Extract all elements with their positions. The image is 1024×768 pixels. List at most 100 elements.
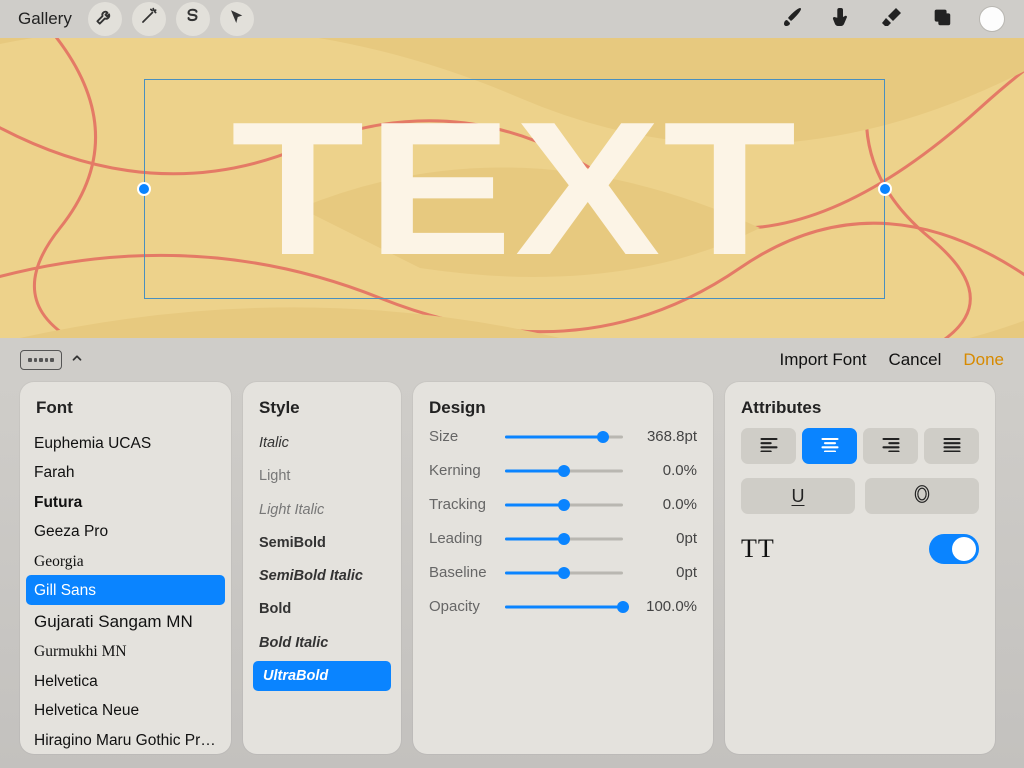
style-item[interactable]: Light Italic — [253, 495, 391, 525]
design-panel: Design Size 368.8pt Kerning 0.0% Trackin… — [413, 382, 713, 754]
text-edit-panels: Font Euphemia UCASFarahFuturaGeeza ProGe… — [0, 382, 1024, 768]
adjustments-button[interactable] — [132, 2, 166, 36]
opacity-value: 100.0% — [631, 598, 697, 615]
tracking-row: Tracking 0.0% — [429, 496, 697, 513]
capitals-label: TT — [741, 534, 775, 564]
keyboard-icon — [20, 350, 62, 370]
align-left-button[interactable] — [741, 428, 796, 464]
font-item[interactable]: Gill Sans — [26, 575, 225, 604]
layers-button[interactable] — [922, 2, 962, 36]
canvas-text[interactable]: TEXT — [231, 80, 799, 298]
text-panel-header: Import Font Cancel Done — [0, 338, 1024, 382]
color-swatch-button[interactable] — [972, 2, 1012, 36]
done-button[interactable]: Done — [963, 350, 1004, 370]
align-right-button[interactable] — [863, 428, 918, 464]
wand-icon — [139, 7, 158, 31]
font-item[interactable]: Farah — [20, 457, 231, 486]
wrench-icon — [95, 7, 114, 31]
kerning-label: Kerning — [429, 462, 497, 479]
smudge-button[interactable] — [822, 2, 862, 36]
attributes-panel-title: Attributes — [725, 382, 995, 428]
style-item[interactable]: Bold Italic — [253, 628, 391, 658]
tracking-slider[interactable] — [505, 497, 623, 513]
font-item[interactable]: Gurmukhi MN — [20, 636, 231, 665]
font-list[interactable]: Euphemia UCASFarahFuturaGeeza ProGeorgia… — [20, 428, 231, 754]
font-panel-title: Font — [20, 382, 231, 428]
eraser-button[interactable] — [872, 2, 912, 36]
actions-button[interactable] — [88, 2, 122, 36]
finger-icon — [830, 5, 854, 34]
underline-button[interactable]: U — [741, 478, 855, 514]
leading-value: 0pt — [631, 530, 697, 547]
kerning-slider[interactable] — [505, 463, 623, 479]
align-justify-button[interactable] — [924, 428, 979, 464]
capitals-toggle[interactable] — [929, 534, 979, 564]
resize-handle-right[interactable] — [878, 182, 892, 196]
underline-icon: U — [792, 486, 805, 507]
import-font-button[interactable]: Import Font — [780, 350, 867, 370]
opacity-label: Opacity — [429, 598, 497, 615]
kerning-value: 0.0% — [631, 462, 697, 479]
align-left-icon — [759, 436, 779, 457]
leading-label: Leading — [429, 530, 497, 547]
style-item[interactable]: Italic — [253, 428, 391, 458]
design-panel-title: Design — [413, 382, 713, 428]
keyboard-toggle-button[interactable] — [20, 350, 84, 370]
gallery-button[interactable]: Gallery — [12, 5, 78, 33]
style-item[interactable]: SemiBold — [253, 528, 391, 558]
style-item[interactable]: UltraBold — [253, 661, 391, 691]
style-list[interactable]: ItalicLight Light ItalicSemiBoldSemiBold … — [243, 428, 401, 754]
cancel-button[interactable]: Cancel — [888, 350, 941, 370]
size-label: Size — [429, 428, 497, 445]
baseline-label: Baseline — [429, 564, 497, 581]
color-swatch-icon — [979, 6, 1005, 32]
cursor-icon — [228, 8, 246, 31]
tracking-value: 0.0% — [631, 496, 697, 513]
baseline-slider[interactable] — [505, 565, 623, 581]
attributes-panel: Attributes U — [725, 382, 995, 754]
eraser-icon — [880, 5, 904, 34]
align-center-icon — [820, 436, 840, 457]
baseline-row: Baseline 0pt — [429, 564, 697, 581]
canvas[interactable]: TEXT — [0, 38, 1024, 338]
font-item[interactable]: Helvetica Neue — [20, 695, 231, 724]
font-item[interactable]: Euphemia UCAS — [20, 428, 231, 457]
style-panel: Style ItalicLight Light ItalicSemiBoldSem… — [243, 382, 401, 754]
font-item[interactable]: Hiragino Maru Gothic ProN — [20, 725, 231, 754]
opacity-slider[interactable] — [505, 599, 623, 615]
outline-icon — [912, 484, 932, 509]
transform-button[interactable] — [220, 2, 254, 36]
selection-s-icon — [183, 7, 202, 31]
brush-button[interactable] — [772, 2, 812, 36]
layers-icon — [931, 6, 953, 33]
font-item[interactable]: Gujarati Sangam MN — [20, 605, 231, 636]
font-item[interactable]: Geeza Pro — [20, 516, 231, 545]
resize-handle-left[interactable] — [137, 182, 151, 196]
style-panel-title: Style — [243, 382, 401, 428]
size-row: Size 368.8pt — [429, 428, 697, 445]
font-item[interactable]: Futura — [20, 487, 231, 516]
text-bounding-box[interactable]: TEXT — [145, 80, 884, 298]
tracking-label: Tracking — [429, 496, 497, 513]
top-toolbar: Gallery — [0, 0, 1024, 38]
leading-slider[interactable] — [505, 531, 623, 547]
align-justify-icon — [942, 436, 962, 457]
selection-button[interactable] — [176, 2, 210, 36]
style-item[interactable]: Bold — [253, 594, 391, 624]
baseline-value: 0pt — [631, 564, 697, 581]
font-panel: Font Euphemia UCASFarahFuturaGeeza ProGe… — [20, 382, 231, 754]
leading-row: Leading 0pt — [429, 530, 697, 547]
style-item[interactable]: Light — [253, 461, 391, 491]
font-item[interactable]: Helvetica — [20, 666, 231, 695]
alignment-row — [741, 428, 979, 464]
font-item[interactable]: Georgia — [20, 546, 231, 575]
outline-button[interactable] — [865, 478, 979, 514]
size-slider[interactable] — [505, 429, 623, 445]
align-right-icon — [881, 436, 901, 457]
kerning-row: Kerning 0.0% — [429, 462, 697, 479]
opacity-row: Opacity 100.0% — [429, 598, 697, 615]
style-item[interactable]: SemiBold Italic — [253, 561, 391, 591]
paintbrush-icon — [780, 5, 804, 34]
align-center-button[interactable] — [802, 428, 857, 464]
chevron-up-icon — [70, 351, 84, 370]
